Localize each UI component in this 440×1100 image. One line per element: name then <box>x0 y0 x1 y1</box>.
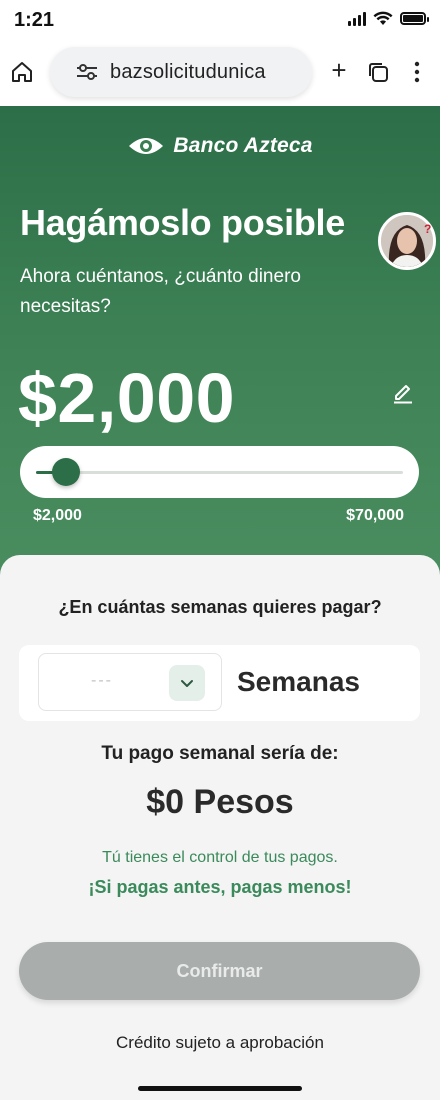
loan-amount: $2,000 <box>18 359 236 437</box>
more-icon[interactable] <box>410 58 424 86</box>
new-tab-plus-icon[interactable]: + <box>327 57 351 83</box>
edit-pencil-icon[interactable] <box>392 382 414 404</box>
help-mark-icon: ? <box>424 222 432 236</box>
url-text: bazsolicitudunica <box>110 60 266 83</box>
status-time: 1:21 <box>14 9 55 31</box>
browser-toolbar: bazsolicitudunica + <box>0 40 440 106</box>
status-icons <box>348 11 429 26</box>
payment-card: ¿En cuántas semanas quieres pagar? --- S… <box>0 555 440 1100</box>
weeks-select[interactable]: --- <box>38 653 222 711</box>
confirm-button[interactable]: Confirmar <box>19 942 420 1000</box>
assistant-avatar[interactable] <box>378 212 436 270</box>
weeks-placeholder: --- <box>91 672 113 689</box>
hero-subtitle: Ahora cuéntanos, ¿cuánto dinero necesita… <box>20 266 301 317</box>
tune-icon[interactable] <box>76 63 98 81</box>
weeks-label: Semanas <box>237 666 360 697</box>
home-icon[interactable] <box>10 60 34 84</box>
brand: Banco Azteca <box>0 134 440 158</box>
slider-min-label: $2,000 <box>33 507 82 524</box>
control-message: Tú tienes el control de tus pagos. <box>102 849 338 866</box>
slider-max-label: $70,000 <box>346 507 404 524</box>
weekly-payment-title: Tu pago semanal sería de: <box>101 743 339 764</box>
hero-section: Banco Azteca Hagámoslo posible ? Ahora c… <box>0 106 440 586</box>
slider-thumb[interactable] <box>52 458 80 486</box>
address-bar[interactable]: bazsolicitudunica <box>50 47 312 97</box>
slider-track <box>36 471 403 474</box>
signal-icon <box>348 11 366 26</box>
bank-logo-icon <box>129 138 164 154</box>
pay-early-message: ¡Si pagas antes, pagas menos! <box>88 877 352 897</box>
weeks-question: ¿En cuántas semanas quieres pagar? <box>58 597 382 617</box>
chevron-down-icon[interactable] <box>169 665 205 701</box>
home-indicator <box>138 1086 302 1091</box>
tabs-icon[interactable] <box>367 61 389 83</box>
brand-name: Banco Azteca <box>173 134 313 157</box>
page-title: Hagámoslo posible <box>20 202 345 243</box>
battery-icon <box>400 12 429 25</box>
wifi-icon <box>373 11 393 25</box>
amount-slider[interactable] <box>20 446 419 498</box>
weekly-payment-amount: $0 Pesos <box>146 783 294 821</box>
status-bar: 1:21 <box>0 0 440 40</box>
credit-disclaimer: Crédito sujeto a aprobación <box>116 1033 324 1052</box>
weeks-box: --- Semanas <box>19 645 420 721</box>
